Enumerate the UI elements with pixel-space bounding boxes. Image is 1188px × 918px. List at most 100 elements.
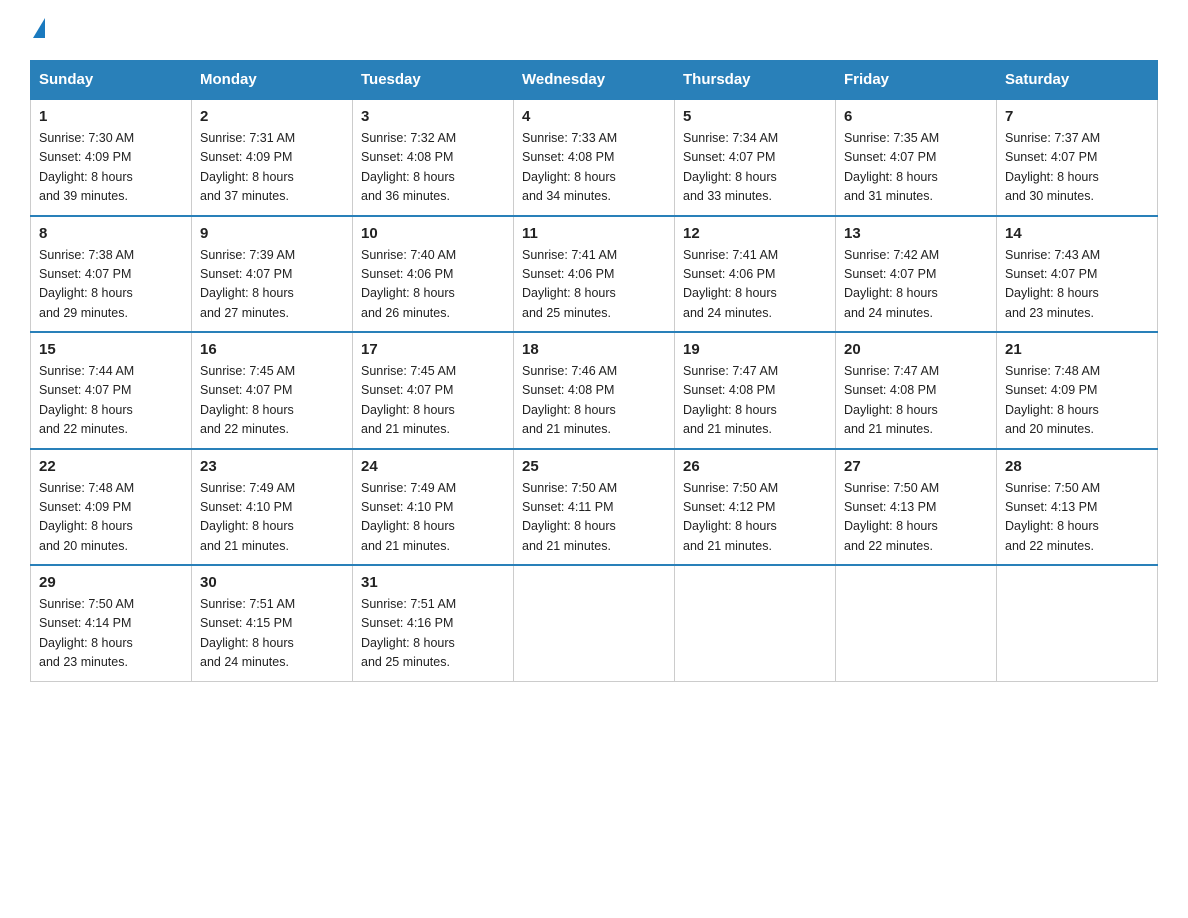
calendar-week-row: 8 Sunrise: 7:38 AMSunset: 4:07 PMDaylight… [31, 216, 1158, 333]
calendar-cell: 26 Sunrise: 7:50 AMSunset: 4:12 PMDayligh… [675, 449, 836, 566]
day-number: 27 [844, 458, 988, 475]
calendar-cell: 4 Sunrise: 7:33 AMSunset: 4:08 PMDaylight… [514, 99, 675, 216]
calendar-cell: 10 Sunrise: 7:40 AMSunset: 4:06 PMDayligh… [353, 216, 514, 333]
day-info: Sunrise: 7:31 AMSunset: 4:09 PMDaylight:… [200, 129, 344, 207]
day-info: Sunrise: 7:39 AMSunset: 4:07 PMDaylight:… [200, 246, 344, 324]
calendar-cell: 12Sunrise: 7:41 AMSunset: 4:06 PMDayligh… [675, 216, 836, 333]
logo-triangle-icon [33, 18, 45, 38]
day-number: 30 [200, 574, 344, 591]
day-info: Sunrise: 7:50 AMSunset: 4:11 PMDaylight:… [522, 479, 666, 557]
day-info: Sunrise: 7:40 AMSunset: 4:06 PMDaylight:… [361, 246, 505, 324]
calendar-cell: 31Sunrise: 7:51 AMSunset: 4:16 PMDayligh… [353, 565, 514, 681]
calendar-cell [514, 565, 675, 681]
day-number: 2 [200, 108, 344, 125]
day-info: Sunrise: 7:46 AMSunset: 4:08 PMDaylight:… [522, 362, 666, 440]
col-header-monday: Monday [192, 61, 353, 100]
day-info: Sunrise: 7:37 AMSunset: 4:07 PMDaylight:… [1005, 129, 1149, 207]
day-number: 22 [39, 458, 183, 475]
day-info: Sunrise: 7:49 AMSunset: 4:10 PMDaylight:… [361, 479, 505, 557]
day-info: Sunrise: 7:50 AMSunset: 4:14 PMDaylight:… [39, 595, 183, 673]
day-info: Sunrise: 7:49 AMSunset: 4:10 PMDaylight:… [200, 479, 344, 557]
calendar-cell: 6 Sunrise: 7:35 AMSunset: 4:07 PMDaylight… [836, 99, 997, 216]
day-number: 12 [683, 225, 827, 242]
day-info: Sunrise: 7:41 AMSunset: 4:06 PMDaylight:… [522, 246, 666, 324]
day-info: Sunrise: 7:51 AMSunset: 4:16 PMDaylight:… [361, 595, 505, 673]
day-number: 6 [844, 108, 988, 125]
day-number: 9 [200, 225, 344, 242]
calendar-header-row: SundayMondayTuesdayWednesdayThursdayFrid… [31, 61, 1158, 100]
day-info: Sunrise: 7:48 AMSunset: 4:09 PMDaylight:… [39, 479, 183, 557]
day-info: Sunrise: 7:50 AMSunset: 4:13 PMDaylight:… [844, 479, 988, 557]
day-number: 19 [683, 341, 827, 358]
day-info: Sunrise: 7:34 AMSunset: 4:07 PMDaylight:… [683, 129, 827, 207]
calendar-cell: 9 Sunrise: 7:39 AMSunset: 4:07 PMDaylight… [192, 216, 353, 333]
day-info: Sunrise: 7:45 AMSunset: 4:07 PMDaylight:… [361, 362, 505, 440]
col-header-wednesday: Wednesday [514, 61, 675, 100]
calendar-cell: 7 Sunrise: 7:37 AMSunset: 4:07 PMDaylight… [997, 99, 1158, 216]
calendar-cell: 8 Sunrise: 7:38 AMSunset: 4:07 PMDaylight… [31, 216, 192, 333]
day-number: 5 [683, 108, 827, 125]
day-number: 3 [361, 108, 505, 125]
day-number: 17 [361, 341, 505, 358]
calendar-cell: 13Sunrise: 7:42 AMSunset: 4:07 PMDayligh… [836, 216, 997, 333]
calendar-cell: 2 Sunrise: 7:31 AMSunset: 4:09 PMDaylight… [192, 99, 353, 216]
calendar-week-row: 29 Sunrise: 7:50 AMSunset: 4:14 PMDayligh… [31, 565, 1158, 681]
day-number: 29 [39, 574, 183, 591]
day-number: 10 [361, 225, 505, 242]
day-number: 8 [39, 225, 183, 242]
page-header [30, 20, 1158, 40]
day-number: 25 [522, 458, 666, 475]
day-info: Sunrise: 7:50 AMSunset: 4:12 PMDaylight:… [683, 479, 827, 557]
calendar-cell: 16Sunrise: 7:45 AMSunset: 4:07 PMDayligh… [192, 332, 353, 449]
calendar-cell [675, 565, 836, 681]
calendar-cell: 19Sunrise: 7:47 AMSunset: 4:08 PMDayligh… [675, 332, 836, 449]
col-header-sunday: Sunday [31, 61, 192, 100]
day-number: 4 [522, 108, 666, 125]
day-number: 1 [39, 108, 183, 125]
calendar-cell: 21 Sunrise: 7:48 AMSunset: 4:09 PMDayligh… [997, 332, 1158, 449]
calendar-cell: 22 Sunrise: 7:48 AMSunset: 4:09 PMDayligh… [31, 449, 192, 566]
col-header-saturday: Saturday [997, 61, 1158, 100]
day-number: 13 [844, 225, 988, 242]
calendar-cell: 18Sunrise: 7:46 AMSunset: 4:08 PMDayligh… [514, 332, 675, 449]
day-info: Sunrise: 7:33 AMSunset: 4:08 PMDaylight:… [522, 129, 666, 207]
calendar-cell: 29 Sunrise: 7:50 AMSunset: 4:14 PMDayligh… [31, 565, 192, 681]
calendar-week-row: 1 Sunrise: 7:30 AMSunset: 4:09 PMDaylight… [31, 99, 1158, 216]
calendar-table: SundayMondayTuesdayWednesdayThursdayFrid… [30, 60, 1158, 682]
col-header-tuesday: Tuesday [353, 61, 514, 100]
calendar-cell: 23 Sunrise: 7:49 AMSunset: 4:10 PMDayligh… [192, 449, 353, 566]
calendar-cell: 28Sunrise: 7:50 AMSunset: 4:13 PMDayligh… [997, 449, 1158, 566]
day-number: 24 [361, 458, 505, 475]
calendar-cell: 15 Sunrise: 7:44 AMSunset: 4:07 PMDayligh… [31, 332, 192, 449]
calendar-cell: 5 Sunrise: 7:34 AMSunset: 4:07 PMDaylight… [675, 99, 836, 216]
calendar-cell [997, 565, 1158, 681]
day-number: 15 [39, 341, 183, 358]
calendar-cell: 17 Sunrise: 7:45 AMSunset: 4:07 PMDayligh… [353, 332, 514, 449]
day-number: 28 [1005, 458, 1149, 475]
day-info: Sunrise: 7:51 AMSunset: 4:15 PMDaylight:… [200, 595, 344, 673]
day-info: Sunrise: 7:45 AMSunset: 4:07 PMDaylight:… [200, 362, 344, 440]
day-info: Sunrise: 7:38 AMSunset: 4:07 PMDaylight:… [39, 246, 183, 324]
day-number: 23 [200, 458, 344, 475]
day-number: 26 [683, 458, 827, 475]
day-info: Sunrise: 7:30 AMSunset: 4:09 PMDaylight:… [39, 129, 183, 207]
calendar-week-row: 15 Sunrise: 7:44 AMSunset: 4:07 PMDayligh… [31, 332, 1158, 449]
day-number: 11 [522, 225, 666, 242]
day-number: 20 [844, 341, 988, 358]
day-info: Sunrise: 7:48 AMSunset: 4:09 PMDaylight:… [1005, 362, 1149, 440]
day-number: 14 [1005, 225, 1149, 242]
calendar-cell: 11 Sunrise: 7:41 AMSunset: 4:06 PMDayligh… [514, 216, 675, 333]
col-header-thursday: Thursday [675, 61, 836, 100]
calendar-cell: 3Sunrise: 7:32 AMSunset: 4:08 PMDaylight… [353, 99, 514, 216]
day-info: Sunrise: 7:47 AMSunset: 4:08 PMDaylight:… [844, 362, 988, 440]
day-number: 7 [1005, 108, 1149, 125]
calendar-cell: 20 Sunrise: 7:47 AMSunset: 4:08 PMDayligh… [836, 332, 997, 449]
calendar-week-row: 22 Sunrise: 7:48 AMSunset: 4:09 PMDayligh… [31, 449, 1158, 566]
calendar-cell: 25 Sunrise: 7:50 AMSunset: 4:11 PMDayligh… [514, 449, 675, 566]
day-info: Sunrise: 7:44 AMSunset: 4:07 PMDaylight:… [39, 362, 183, 440]
calendar-cell: 24 Sunrise: 7:49 AMSunset: 4:10 PMDayligh… [353, 449, 514, 566]
col-header-friday: Friday [836, 61, 997, 100]
day-info: Sunrise: 7:35 AMSunset: 4:07 PMDaylight:… [844, 129, 988, 207]
day-number: 21 [1005, 341, 1149, 358]
logo [30, 20, 45, 40]
